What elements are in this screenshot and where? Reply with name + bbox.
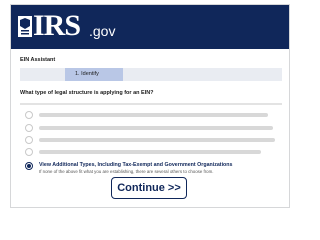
option-label-placeholder [39,126,273,130]
progress-bar: 1. Identify [20,68,282,81]
radio-button[interactable] [25,148,33,156]
option-label-placeholder [39,138,275,142]
eagle-seal-icon [18,16,32,37]
option-4[interactable] [25,148,275,156]
option-description: If none of the above fit what you are es… [39,169,214,174]
page-title: EIN Assistant [20,57,56,63]
continue-button[interactable]: Continue >> [111,177,187,199]
divider [20,103,282,105]
irs-logo-domain: .gov [89,23,116,39]
option-additional-types[interactable]: View Additional Types, Including Tax-Exe… [25,162,275,176]
question-text: What type of legal structure is applying… [20,90,154,96]
radio-button[interactable] [25,124,33,132]
progress-step-identify: 1. Identify [65,68,123,81]
option-label-placeholder [39,113,268,117]
radio-button[interactable] [25,111,33,119]
option-2[interactable] [25,124,275,132]
option-1[interactable] [25,111,275,119]
option-label: View Additional Types, Including Tax-Exe… [39,162,233,168]
radio-button-selected[interactable] [25,162,33,170]
option-label-placeholder [39,150,261,154]
radio-button[interactable] [25,136,33,144]
irs-header: IRS .gov [11,5,289,49]
option-3[interactable] [25,136,275,144]
ein-assistant-card: IRS .gov EIN Assistant 1. Identify What … [10,4,290,208]
irs-logo-text[interactable]: IRS [33,11,81,41]
